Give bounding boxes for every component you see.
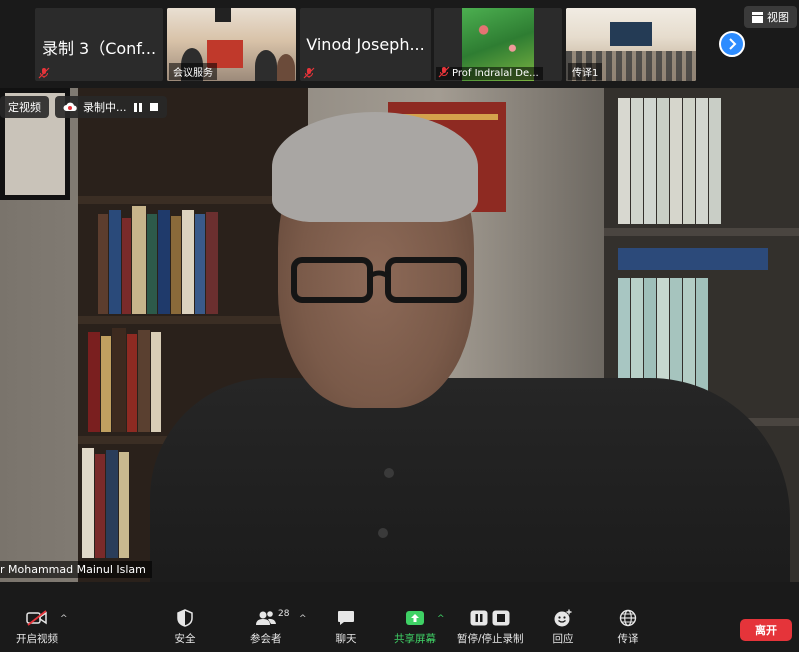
reactions-button[interactable]: 回应 [552,608,574,646]
chat-icon [338,611,354,625]
pause-stop-recording-label: 暂停/停止录制 [457,633,524,645]
participant-tile-vinod-joseph[interactable]: Vinod Joseph... [300,8,431,81]
active-speaker-name: r Mohammad Mainul Islam [0,561,152,578]
pause-icon [133,102,142,112]
video-badges: 定视频 录制中... [0,96,167,118]
leave-meeting-button[interactable]: 离开 [740,619,792,641]
participant-name: Vinod Joseph... [306,35,425,54]
participant-name: 会议服务 [173,68,213,79]
share-screen-icon [406,611,424,625]
participant-name: 录制 3（Conf... [41,39,157,58]
participant-label: 传译1 [568,63,603,80]
globe-icon [619,609,637,627]
participant-strip: 录制 3（Conf... 会议服务 Vinod Joseph... Prof I… [0,0,799,88]
participants-options-caret[interactable]: ^ [299,614,307,624]
share-screen-label: 共享屏幕 [394,633,436,645]
participant-tile-interpreter1[interactable]: 传译1 [566,8,696,81]
security-button[interactable]: 安全 [174,608,196,646]
speaker-shirt [150,378,790,582]
chat-label: 聊天 [335,633,357,645]
mic-muted-icon [38,67,50,79]
reactions-label: 回应 [552,633,574,645]
pause-stop-recording-button[interactable]: 暂停/停止录制 [457,608,524,646]
recording-label: 录制中... [83,101,127,114]
next-page-button[interactable] [719,31,745,57]
stop-recording-icon [492,610,510,626]
participant-tile-prof-indralal[interactable]: Prof Indralal De... [434,8,562,81]
pause-recording-icon [470,610,488,626]
start-video-button[interactable]: 开启视频 [16,608,58,646]
chevron-right-icon [729,38,737,50]
share-screen-button[interactable]: 共享屏幕 [394,608,436,646]
pin-video-label: 定视频 [8,101,41,114]
participant-name: Prof Indralal De... [452,68,539,79]
chat-button[interactable]: 聊天 [335,608,357,646]
participants-count: 28 [278,609,290,619]
interpretation-button[interactable]: 传译 [617,608,639,646]
video-off-icon [26,610,47,626]
cloud-recording-icon [63,102,77,111]
video-options-caret[interactable]: ^ [60,614,68,624]
recording-badge: 录制中... [55,96,167,118]
mic-muted-icon [438,66,450,78]
participants-label: 参会者 [250,633,282,645]
active-speaker-video: 定视频 录制中... r Mohammad Mainul Islam [0,88,799,582]
grid-view-icon [752,11,763,23]
mic-muted-icon [303,67,315,79]
participants-icon [255,611,276,625]
security-label: 安全 [174,633,196,645]
participant-name: 传译1 [572,68,599,79]
participant-label: 会议服务 [169,63,217,80]
speaker-glasses [291,257,467,303]
stop-icon [149,103,158,111]
smiley-add-icon [554,609,572,627]
share-options-caret[interactable]: ^ [437,614,445,624]
pin-video-badge[interactable]: 定视频 [0,96,49,118]
shield-icon [177,609,193,627]
meeting-toolbar: 开启视频 ^ 安全 参会者 28 ^ 聊天 共享屏幕 ^ 暂停/停止录制 回应 … [0,600,799,652]
interpretation-label: 传译 [617,633,639,645]
start-video-label: 开启视频 [16,633,58,645]
participant-tile-recording3[interactable]: 录制 3（Conf... [35,8,163,81]
view-label: 视图 [767,11,789,24]
speaker-hair [272,112,478,222]
participants-button[interactable]: 参会者 [250,608,282,646]
participant-label: Prof Indralal De... [436,66,543,80]
view-button[interactable]: 视图 [744,6,797,28]
participant-tile-meeting-service[interactable]: 会议服务 [167,8,296,81]
pause-recording-button[interactable] [133,102,143,112]
stop-recording-button[interactable] [149,102,159,112]
